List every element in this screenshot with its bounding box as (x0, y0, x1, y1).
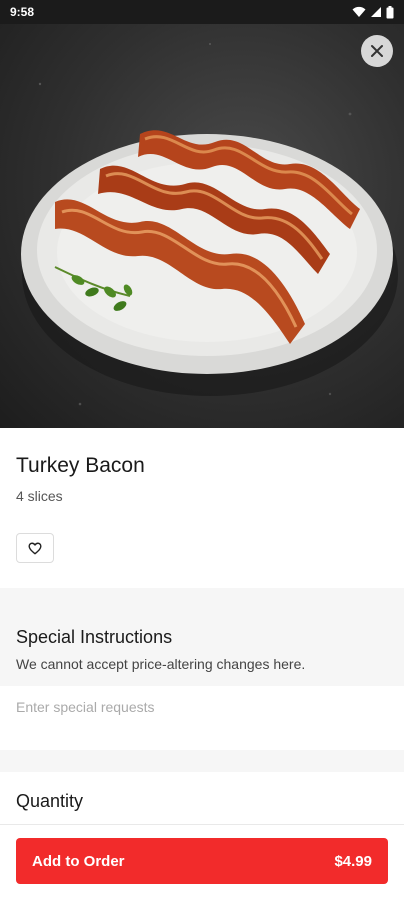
add-to-order-label: Add to Order (32, 852, 125, 870)
battery-icon (386, 5, 394, 18)
special-instructions-note: We cannot accept price-altering changes … (16, 656, 306, 672)
signal-icon (371, 7, 381, 17)
special-instructions-title: Special Instructions (16, 627, 173, 647)
heart-outline-icon (28, 542, 42, 554)
status-bar: 9:58 (0, 0, 404, 24)
order-price: $4.99 (334, 852, 372, 870)
close-button[interactable] (361, 35, 393, 67)
special-requests-input[interactable] (16, 694, 388, 720)
status-icons (352, 5, 394, 19)
status-time: 9:58 (10, 5, 35, 19)
section-divider (0, 750, 404, 772)
favorite-button[interactable] (16, 533, 54, 563)
add-to-order-button[interactable]: Add to Order $4.99 (16, 838, 388, 884)
item-description: 4 slices (16, 488, 63, 504)
item-photo (0, 24, 404, 428)
wifi-icon (352, 6, 366, 17)
quantity-title: Quantity (16, 791, 84, 811)
item-title: Turkey Bacon (16, 454, 145, 477)
bacon-plate-illustration (21, 43, 398, 406)
close-icon (371, 45, 383, 57)
